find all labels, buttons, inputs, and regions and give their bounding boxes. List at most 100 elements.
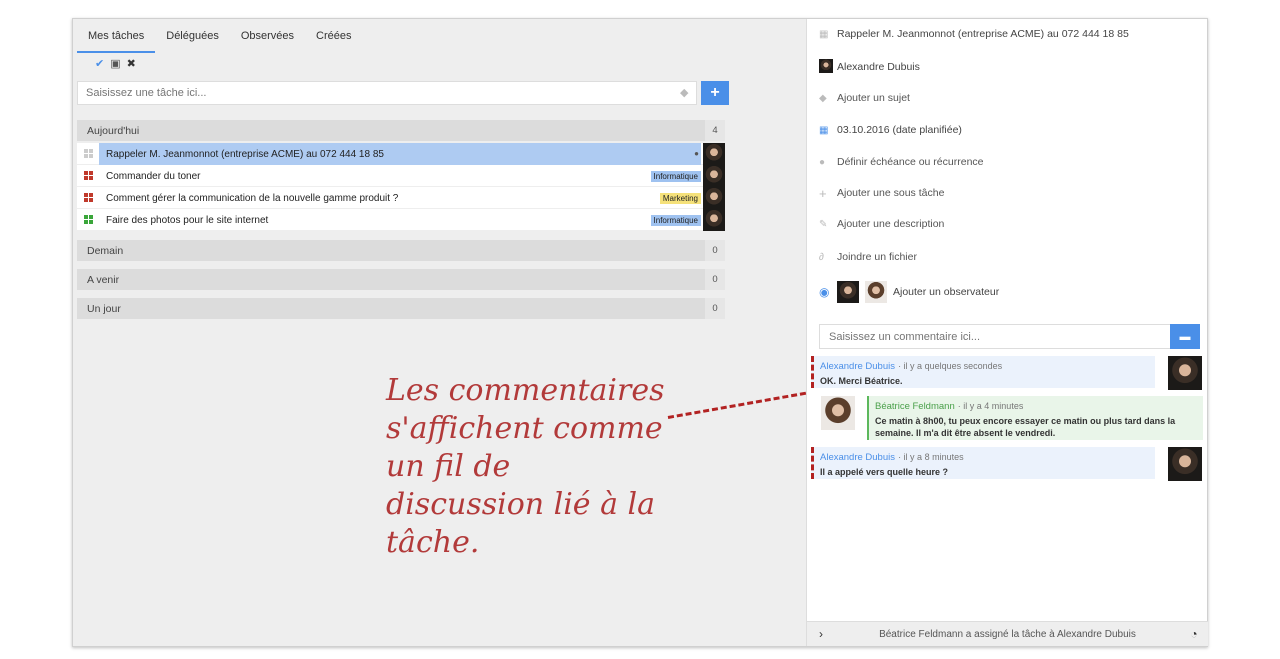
detail-title[interactable]: Rappeler M. Jeanmonnot (entreprise ACME)… [837,28,1129,40]
assignee-avatar[interactable] [703,187,725,209]
tag-icon[interactable]: ◆ [680,86,688,99]
priority-icon[interactable]: ▦ [819,29,837,40]
watcher-avatar[interactable] [865,281,887,303]
task-row[interactable]: Comment gérer la communication de la nou… [77,187,725,209]
add-watcher-link[interactable]: Ajouter un observateur [893,286,999,298]
add-subject-link[interactable]: Ajouter un sujet [837,92,910,104]
chevron-right-icon[interactable]: › [807,622,835,647]
tag-icon: ◆ [819,92,827,104]
annotation-text: Les commentaires s'affichent comme un fi… [386,373,665,560]
comment-bubble-icon: ● [694,149,699,158]
date-row[interactable]: ▦ 03.10.2016 (date planifiée) [819,122,962,138]
group-count: 0 [705,269,725,290]
history-icon[interactable]: ◔ [1180,622,1208,647]
comment-avatar[interactable] [821,396,855,430]
task-detail-panel: ▦ Rappeler M. Jeanmonnot (entreprise ACM… [806,19,1208,646]
planned-date[interactable]: 03.10.2016 (date planifiée) [837,124,962,136]
assignee-avatar [819,58,837,76]
task-row[interactable]: Faire des photos pour le site internet I… [77,209,725,231]
tag-badge[interactable]: Marketing [659,193,701,204]
calendar-icon: ▦ [819,124,829,136]
group-today[interactable]: Aujourd'hui 4 [77,120,725,141]
comment-time: · il y a quelques secondes [898,361,1003,371]
task-title: Commander du toner [106,171,201,182]
attachment-row[interactable]: ∂ Joindre un fichier [819,249,917,265]
task-title: Faire des photos pour le site internet [106,215,269,226]
group-label: A venir [87,274,120,286]
pencil-icon: ✎ [819,218,828,230]
deadline-link[interactable]: Définir échéance ou récurrence [837,156,984,168]
comment-bubble: Alexandre Dubuis · il y a 8 minutes Il a… [811,447,1155,479]
tab-mes-taches[interactable]: Mes tâches [77,19,156,53]
comment-item: Alexandre Dubuis · il y a 8 minutes Il a… [811,447,1203,481]
clock-icon: ● [819,156,826,168]
tab-bar: Mes tâches Déléguées Observées Créées [77,19,363,53]
close-icon[interactable]: ✖ [127,57,136,70]
comment-avatar[interactable] [1168,447,1202,481]
group-tomorrow[interactable]: Demain 0 [77,240,725,261]
attach-file-link[interactable]: Joindre un fichier [837,251,917,263]
filter-toolbar: ✔ ▣ ✖ [95,57,136,70]
comment-time: · il y a 8 minutes [898,452,964,462]
comment-bubble: Alexandre Dubuis · il y a quelques secon… [811,356,1155,388]
send-comment-button[interactable]: ▬ [1170,324,1200,349]
comment-input-row: ▬ [819,324,1200,349]
paperclip-icon: ∂ [819,251,824,263]
priority-icon[interactable] [84,193,93,202]
group-label: Aujourd'hui [87,125,140,137]
eye-icon: ◉ [819,285,830,299]
comment-text: Il a appelé vers quelle heure ? [820,467,949,477]
deadline-row[interactable]: ● Définir échéance ou récurrence [819,154,984,170]
add-task-button[interactable]: + [701,81,729,105]
comment-time: · il y a 4 minutes [957,401,1024,411]
group-label: Un jour [87,303,121,315]
task-row[interactable]: Rappeler M. Jeanmonnot (entreprise ACME)… [77,143,725,165]
priority-icon[interactable] [84,171,93,180]
group-upcoming[interactable]: A venir 0 [77,269,725,290]
priority-icon[interactable] [84,215,93,224]
add-description-link[interactable]: Ajouter une description [837,218,944,230]
add-subtask-link[interactable]: Ajouter une sous tâche [837,187,944,199]
tab-deleguees[interactable]: Déléguées [155,19,230,53]
speech-bubble-icon: ▬ [1179,330,1191,343]
group-label: Demain [87,245,124,257]
watchers-row: ◉ Ajouter un observateur [819,280,999,304]
group-count: 0 [705,240,725,261]
plus-icon: + [819,185,827,201]
check-icon[interactable]: ✔ [95,57,104,70]
inbox-icon[interactable]: ▣ [110,57,120,70]
comment-input[interactable] [819,324,1171,349]
group-count: 0 [705,298,725,319]
task-title: Comment gérer la communication de la nou… [106,193,399,204]
comment-text: Ce matin à 8h00, tu peux encore essayer … [875,416,1176,438]
task-title: Rappeler M. Jeanmonnot (entreprise ACME)… [106,149,384,160]
comment-author[interactable]: Alexandre Dubuis [820,452,895,463]
comment-text: OK. Merci Béatrice. [820,376,903,386]
new-task-row: ◆ + [77,81,729,105]
assignee-name[interactable]: Alexandre Dubuis [837,61,920,73]
activity-footer: › Béatrice Feldmann a assigné la tâche à… [807,621,1208,646]
group-count: 4 [705,120,725,141]
add-subject-row[interactable]: ◆ Ajouter un sujet [819,90,910,106]
comment-author[interactable]: Alexandre Dubuis [820,361,895,372]
watcher-avatar[interactable] [837,281,859,303]
assignee-row[interactable]: Alexandre Dubuis [819,58,920,76]
assignee-avatar[interactable] [703,165,725,187]
comment-avatar[interactable] [1168,356,1202,390]
assignee-avatar[interactable] [703,209,725,231]
tab-creees[interactable]: Créées [305,19,362,53]
detail-title-row[interactable]: ▦ Rappeler M. Jeanmonnot (entreprise ACM… [819,26,1129,42]
priority-icon[interactable] [84,149,93,158]
tag-badge[interactable]: Informatique [650,171,701,182]
comment-author[interactable]: Béatrice Feldmann [875,401,955,412]
task-row[interactable]: Commander du toner Informatique [77,165,725,187]
comment-bubble: Béatrice Feldmann · il y a 4 minutes Ce … [867,396,1203,440]
comment-item: Béatrice Feldmann · il y a 4 minutes Ce … [811,396,1203,442]
tag-badge[interactable]: Informatique [650,215,701,226]
new-task-input[interactable] [77,81,697,105]
assignee-avatar[interactable] [703,143,725,165]
tab-observees[interactable]: Observées [230,19,305,53]
description-row[interactable]: ✎ Ajouter une description [819,216,944,232]
subtask-row[interactable]: + Ajouter une sous tâche [819,185,944,201]
group-someday[interactable]: Un jour 0 [77,298,725,319]
